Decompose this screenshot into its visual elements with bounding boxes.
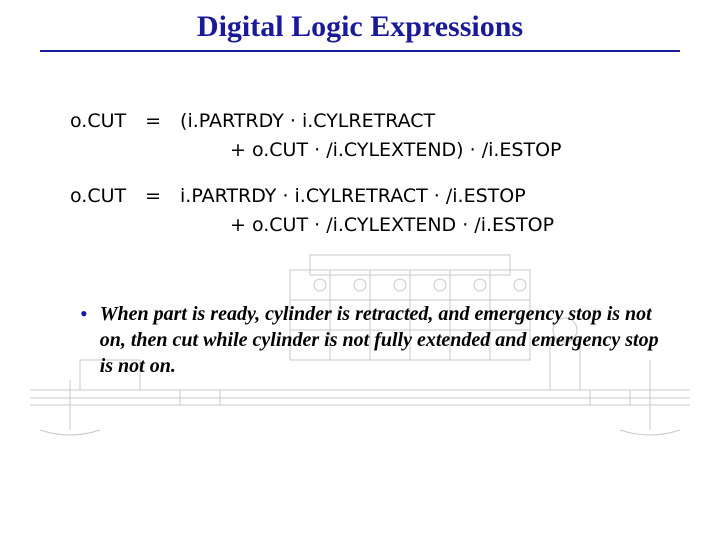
bullet-row: • When part is ready, cylinder is retrac… bbox=[80, 301, 660, 379]
bullet-block: • When part is ready, cylinder is retrac… bbox=[80, 301, 660, 379]
expression-block: o.CUT = (i.PARTRDY · i.CYLRETRACT + o.CU… bbox=[70, 107, 650, 241]
title-wrap: Digital Logic Expressions bbox=[40, 0, 680, 52]
content: Digital Logic Expressions o.CUT = (i.PAR… bbox=[0, 0, 720, 379]
expression-line-1: o.CUT = (i.PARTRDY · i.CYLRETRACT bbox=[70, 107, 650, 136]
expression-line-3: o.CUT = i.PARTRDY · i.CYLRETRACT · /i.ES… bbox=[70, 182, 650, 211]
expression-line-2: + o.CUT · /i.CYLEXTEND) · /i.ESTOP bbox=[70, 136, 650, 165]
slide-title: Digital Logic Expressions bbox=[40, 10, 680, 50]
bullet-text: When part is ready, cylinder is retracte… bbox=[100, 301, 660, 379]
slide: Digital Logic Expressions o.CUT = (i.PAR… bbox=[0, 0, 720, 540]
expression-line-4: + o.CUT · /i.CYLEXTEND · /i.ESTOP bbox=[70, 211, 650, 240]
bullet-dot-icon: • bbox=[80, 301, 88, 327]
